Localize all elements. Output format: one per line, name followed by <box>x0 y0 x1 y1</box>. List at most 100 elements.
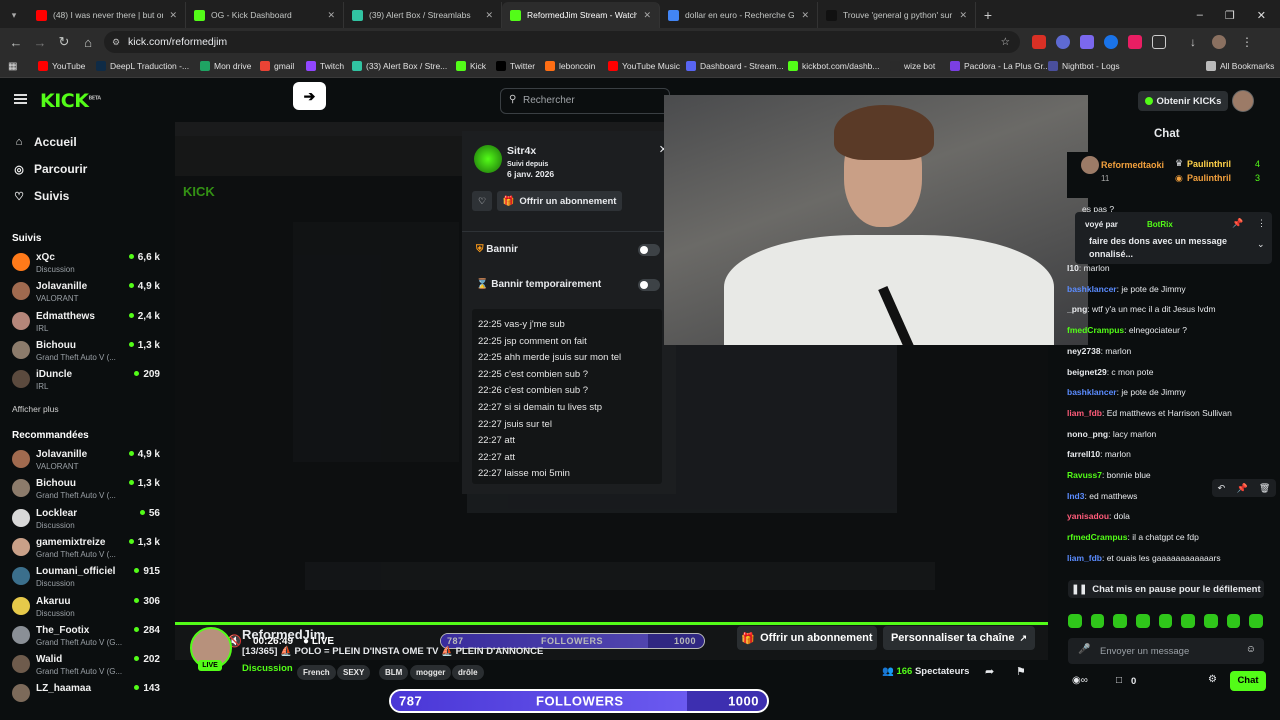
sidebar-channel-jolavanille[interactable]: Jolavanille VALORANT 4,9 k <box>12 448 160 476</box>
microphone-icon[interactable]: 🎤 <box>1078 644 1090 655</box>
user-avatar[interactable] <box>1232 90 1254 112</box>
chat-message[interactable]: bashklancer: je pote de Jimmy <box>1067 284 1277 294</box>
emote-icon[interactable] <box>1204 614 1218 628</box>
send-chat-button[interactable]: Chat <box>1230 671 1266 691</box>
all-bookmarks[interactable]: All Bookmarks <box>1206 61 1274 71</box>
kick-logo[interactable]: KICKBETA <box>40 90 101 112</box>
sidebar-channel-walid[interactable]: Walid Grand Theft Auto V (G... 202 <box>12 653 160 681</box>
extension-icon[interactable] <box>1080 35 1094 49</box>
pin-icon[interactable]: 📌 <box>1236 483 1247 494</box>
chat-message[interactable]: l10: marlon <box>1067 263 1277 273</box>
tab-close-icon[interactable]: ✕ <box>327 10 335 21</box>
timeout-toggle-row[interactable]: ⌛ Bannir temporairement <box>476 279 601 290</box>
bookmark-item[interactable]: Twitter <box>496 61 535 71</box>
bookmark-item[interactable]: wize bot <box>890 61 935 71</box>
report-icon[interactable]: ⚑ <box>1016 665 1026 678</box>
chevron-down-icon[interactable]: ⌄ <box>1257 239 1265 250</box>
emote-icon[interactable] <box>1249 614 1264 628</box>
bookmark-item[interactable]: Mon drive <box>200 61 251 71</box>
close-icon[interactable]: ✕ <box>1257 9 1266 22</box>
sidebar-channel-edmatthews[interactable]: Edmatthews IRL 2,4 k <box>12 310 160 338</box>
extension-icon[interactable] <box>1128 35 1142 49</box>
stream-category[interactable]: Discussion <box>242 663 293 674</box>
chat-message[interactable]: fmedCrampus: elnegociateur ? <box>1067 325 1277 335</box>
tab-close-icon[interactable]: ✕ <box>485 10 493 21</box>
bookmark-item[interactable]: Twitch <box>306 61 344 71</box>
gift-sub-button[interactable]: 🎁 Offrir un abonnement <box>497 191 622 211</box>
stream-tag[interactable]: BLM <box>379 665 409 680</box>
chat-message[interactable]: beignet29: c mon pote <box>1067 367 1277 377</box>
emote-icon[interactable] <box>1113 614 1128 628</box>
chat-message[interactable]: nono_png: lacy marlon <box>1067 429 1277 439</box>
chat-message[interactable]: farrell10: marlon <box>1067 449 1277 459</box>
chat-message[interactable]: liam_fdb: Ed matthews et Harrison Sulliv… <box>1067 408 1277 418</box>
nav-home[interactable]: ⌂ Accueil <box>14 135 77 149</box>
emote-icon[interactable] <box>1158 614 1173 628</box>
bookmark-star-icon[interactable]: ☆ <box>1001 36 1010 48</box>
menu-icon[interactable] <box>14 94 27 104</box>
stream-tag[interactable]: mogger <box>410 665 452 680</box>
menu-kebab-icon[interactable]: ⋮ <box>1240 35 1254 49</box>
sidebar-channel-loumani_officiel[interactable]: Loumani_officiel Discussion 915 <box>12 565 160 593</box>
site-info-icon[interactable]: ⚙ <box>112 37 120 48</box>
bookmark-item[interactable]: Dashboard - Stream... <box>686 61 784 71</box>
customize-channel-button[interactable]: Personnaliser ta chaîne ↗ <box>883 626 1035 650</box>
emote-icon[interactable] <box>1226 614 1241 628</box>
ban-toggle[interactable] <box>638 244 660 256</box>
nav-following[interactable]: ♡ Suivis <box>14 189 69 203</box>
bookmark-item[interactable]: Pacdora - La Plus Gr... <box>950 61 1050 71</box>
back-icon[interactable]: ← <box>4 35 28 50</box>
gift-sub-button[interactable]: 🎁 Offrir un abonnement <box>737 626 877 650</box>
browser-tab[interactable]: (39) Alert Box / Streamlabs ✕ <box>344 2 502 28</box>
stream-tag[interactable]: drôle <box>452 665 484 680</box>
chat-input[interactable]: 🎤 Envoyer un message ☺ <box>1068 638 1264 664</box>
pin-icon[interactable]: 📌 <box>1232 218 1243 229</box>
sidebar-channel-bichouu[interactable]: Bichouu Grand Theft Auto V (... 1,3 k <box>12 339 160 367</box>
emote-icon[interactable] <box>1181 614 1196 628</box>
show-more-link[interactable]: Afficher plus <box>12 404 59 414</box>
bookmark-item[interactable]: leboncoin <box>545 61 595 71</box>
extension-icon[interactable] <box>1104 35 1118 49</box>
chat-message[interactable]: liam_fdb: et ouais les gaaaaaaaaaaaars <box>1067 553 1277 563</box>
bookmark-item[interactable]: Kick <box>456 61 486 71</box>
chat-paused-banner[interactable]: ❚❚ Chat mis en pause pour le défilement <box>1068 580 1264 598</box>
sidebar-channel-the_footix[interactable]: The_Footix Grand Theft Auto V (G... 284 <box>12 624 160 652</box>
browser-tab[interactable]: OG - Kick Dashboard ✕ <box>186 2 344 28</box>
kicks-wallet-icon[interactable]: □ <box>1116 675 1122 686</box>
sidebar-channel-jolavanille[interactable]: Jolavanille VALORANT 4,9 k <box>12 280 160 308</box>
reply-icon[interactable]: ↶ <box>1218 483 1226 494</box>
more-icon[interactable]: ⋮ <box>1257 218 1266 229</box>
trash-icon[interactable]: 🗑 <box>1259 483 1270 494</box>
sidebar-channel-bichouu[interactable]: Bichouu Grand Theft Auto V (... 1,3 k <box>12 477 160 505</box>
chat-settings-icon[interactable]: ⚙ <box>1208 674 1217 685</box>
bookmark-item[interactable]: kickbot.com/dashb... <box>788 61 879 71</box>
browser-tab[interactable]: dollar en euro - Recherche Goo ✕ <box>660 2 818 28</box>
bookmark-item[interactable]: DeepL Traduction -... <box>96 61 189 71</box>
emote-icon[interactable] <box>1090 614 1105 628</box>
tab-close-icon[interactable]: ✕ <box>169 10 177 21</box>
stream-tag[interactable]: SEXY <box>337 665 371 680</box>
sidebar-channel-locklear[interactable]: Locklear Discussion 56 <box>12 507 160 535</box>
ban-toggle-row[interactable]: ⛨ Bannir <box>476 244 518 255</box>
chat-message[interactable]: yanisadou: dola <box>1067 511 1277 521</box>
minimize-icon[interactable]: – <box>1197 9 1203 21</box>
download-icon[interactable]: ↓ <box>1186 35 1200 49</box>
share-icon[interactable]: ➦ <box>985 665 994 678</box>
tab-close-icon[interactable]: ✕ <box>959 10 967 21</box>
emote-icon[interactable] <box>1068 614 1082 628</box>
browser-tab[interactable]: (48) I was never there | but only ✕ <box>28 2 186 28</box>
new-tab-button[interactable]: + <box>976 2 1000 28</box>
apps-grid-icon[interactable]: ▦ <box>8 61 17 72</box>
sidebar-channel-lz_haamaa[interactable]: LZ_haamaa 143 <box>12 682 160 710</box>
profile-avatar[interactable] <box>1212 35 1226 49</box>
chat-message[interactable]: bashklancer: je pote de Jimmy <box>1067 387 1277 397</box>
home-icon[interactable]: ⌂ <box>76 35 100 50</box>
tab-search-button[interactable]: ▾ <box>0 2 28 28</box>
tab-close-icon[interactable]: ✕ <box>643 10 651 21</box>
forward-icon[interactable]: → <box>28 35 52 50</box>
bookmark-item[interactable]: YouTube Music <box>608 61 680 71</box>
bookmark-item[interactable]: YouTube <box>38 61 85 71</box>
search-bar[interactable]: ⚲ Rechercher <box>500 88 670 114</box>
sidebar-channel-xqc[interactable]: xQc Discussion 6,6 k <box>12 251 160 279</box>
bookmark-item[interactable]: Nightbot - Logs <box>1048 61 1120 71</box>
